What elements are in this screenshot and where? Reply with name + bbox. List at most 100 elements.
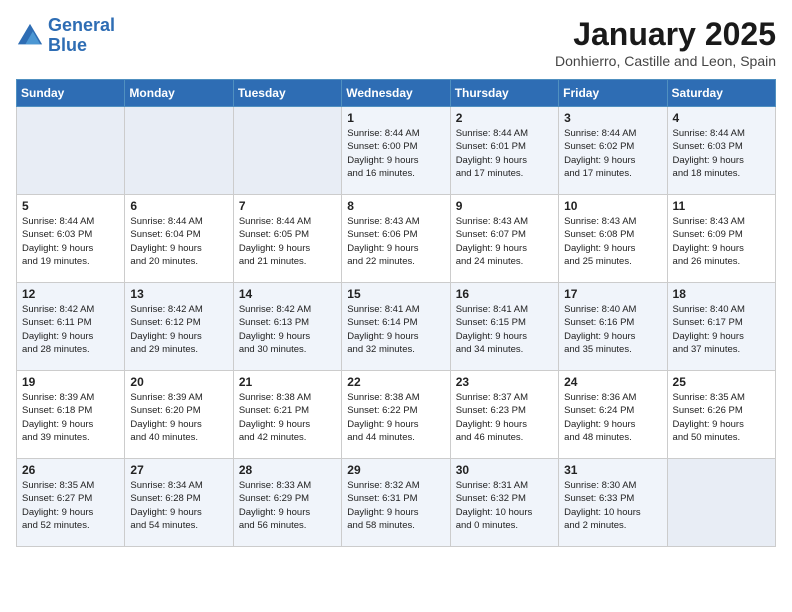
day-number: 1: [347, 111, 444, 125]
calendar-cell: 13 Sunrise: 8:42 AM Sunset: 6:12 PM Dayli…: [125, 283, 233, 371]
calendar-cell: 27 Sunrise: 8:34 AM Sunset: 6:28 PM Dayli…: [125, 459, 233, 547]
cell-info: Sunrise: 8:44 AM Sunset: 6:01 PM Dayligh…: [456, 127, 553, 180]
calendar-cell: 25 Sunrise: 8:35 AM Sunset: 6:26 PM Dayli…: [667, 371, 775, 459]
subtitle: Donhierro, Castille and Leon, Spain: [555, 53, 776, 69]
cell-info: Sunrise: 8:32 AM Sunset: 6:31 PM Dayligh…: [347, 479, 444, 532]
day-number: 21: [239, 375, 336, 389]
logo-text: General Blue: [48, 16, 115, 56]
logo-icon: [16, 22, 44, 50]
day-number: 9: [456, 199, 553, 213]
day-number: 25: [673, 375, 770, 389]
cell-info: Sunrise: 8:44 AM Sunset: 6:03 PM Dayligh…: [22, 215, 119, 268]
cell-info: Sunrise: 8:34 AM Sunset: 6:28 PM Dayligh…: [130, 479, 227, 532]
calendar-cell: 12 Sunrise: 8:42 AM Sunset: 6:11 PM Dayli…: [17, 283, 125, 371]
calendar-cell: 28 Sunrise: 8:33 AM Sunset: 6:29 PM Dayli…: [233, 459, 341, 547]
header: General Blue January 2025 Donhierro, Cas…: [16, 16, 776, 69]
header-day-monday: Monday: [125, 80, 233, 107]
cell-info: Sunrise: 8:36 AM Sunset: 6:24 PM Dayligh…: [564, 391, 661, 444]
cell-info: Sunrise: 8:42 AM Sunset: 6:12 PM Dayligh…: [130, 303, 227, 356]
calendar-cell: 20 Sunrise: 8:39 AM Sunset: 6:20 PM Dayli…: [125, 371, 233, 459]
cell-info: Sunrise: 8:33 AM Sunset: 6:29 PM Dayligh…: [239, 479, 336, 532]
header-day-sunday: Sunday: [17, 80, 125, 107]
calendar-cell: 24 Sunrise: 8:36 AM Sunset: 6:24 PM Dayli…: [559, 371, 667, 459]
cell-info: Sunrise: 8:43 AM Sunset: 6:06 PM Dayligh…: [347, 215, 444, 268]
day-number: 18: [673, 287, 770, 301]
logo-line2: Blue: [48, 35, 87, 55]
day-number: 26: [22, 463, 119, 477]
day-number: 10: [564, 199, 661, 213]
calendar-cell: [17, 107, 125, 195]
cell-info: Sunrise: 8:42 AM Sunset: 6:11 PM Dayligh…: [22, 303, 119, 356]
cell-info: Sunrise: 8:44 AM Sunset: 6:00 PM Dayligh…: [347, 127, 444, 180]
day-number: 27: [130, 463, 227, 477]
calendar-week-row: 19 Sunrise: 8:39 AM Sunset: 6:18 PM Dayli…: [17, 371, 776, 459]
calendar-cell: 30Sunrise: 8:31 AM Sunset: 6:32 PM Dayli…: [450, 459, 558, 547]
calendar-cell: [125, 107, 233, 195]
cell-info: Sunrise: 8:44 AM Sunset: 6:05 PM Dayligh…: [239, 215, 336, 268]
calendar-cell: [667, 459, 775, 547]
day-number: 29: [347, 463, 444, 477]
day-number: 3: [564, 111, 661, 125]
logo-line1: General: [48, 15, 115, 35]
calendar-header-row: SundayMondayTuesdayWednesdayThursdayFrid…: [17, 80, 776, 107]
day-number: 31: [564, 463, 661, 477]
calendar-week-row: 12 Sunrise: 8:42 AM Sunset: 6:11 PM Dayli…: [17, 283, 776, 371]
calendar-cell: 14 Sunrise: 8:42 AM Sunset: 6:13 PM Dayli…: [233, 283, 341, 371]
day-number: 14: [239, 287, 336, 301]
cell-info: Sunrise: 8:41 AM Sunset: 6:15 PM Dayligh…: [456, 303, 553, 356]
calendar-cell: 10 Sunrise: 8:43 AM Sunset: 6:08 PM Dayli…: [559, 195, 667, 283]
day-number: 23: [456, 375, 553, 389]
calendar-cell: 2 Sunrise: 8:44 AM Sunset: 6:01 PM Daylig…: [450, 107, 558, 195]
day-number: 8: [347, 199, 444, 213]
cell-info: Sunrise: 8:44 AM Sunset: 6:02 PM Dayligh…: [564, 127, 661, 180]
calendar-cell: 19 Sunrise: 8:39 AM Sunset: 6:18 PM Dayli…: [17, 371, 125, 459]
cell-info: Sunrise: 8:40 AM Sunset: 6:16 PM Dayligh…: [564, 303, 661, 356]
day-number: 4: [673, 111, 770, 125]
cell-info: Sunrise: 8:39 AM Sunset: 6:20 PM Dayligh…: [130, 391, 227, 444]
calendar-cell: [233, 107, 341, 195]
calendar-week-row: 26 Sunrise: 8:35 AM Sunset: 6:27 PM Dayli…: [17, 459, 776, 547]
day-number: 12: [22, 287, 119, 301]
calendar-cell: 15 Sunrise: 8:41 AM Sunset: 6:14 PM Dayli…: [342, 283, 450, 371]
day-number: 15: [347, 287, 444, 301]
header-day-saturday: Saturday: [667, 80, 775, 107]
logo: General Blue: [16, 16, 115, 56]
day-number: 19: [22, 375, 119, 389]
cell-info: Sunrise: 8:39 AM Sunset: 6:18 PM Dayligh…: [22, 391, 119, 444]
calendar-cell: 26 Sunrise: 8:35 AM Sunset: 6:27 PM Dayli…: [17, 459, 125, 547]
cell-info: Sunrise: 8:43 AM Sunset: 6:07 PM Dayligh…: [456, 215, 553, 268]
calendar-cell: 16Sunrise: 8:41 AM Sunset: 6:15 PM Dayli…: [450, 283, 558, 371]
cell-info: Sunrise: 8:43 AM Sunset: 6:08 PM Dayligh…: [564, 215, 661, 268]
cell-info: Sunrise: 8:41 AM Sunset: 6:14 PM Dayligh…: [347, 303, 444, 356]
cell-info: Sunrise: 8:44 AM Sunset: 6:04 PM Dayligh…: [130, 215, 227, 268]
day-number: 24: [564, 375, 661, 389]
calendar-table: SundayMondayTuesdayWednesdayThursdayFrid…: [16, 79, 776, 547]
cell-info: Sunrise: 8:40 AM Sunset: 6:17 PM Dayligh…: [673, 303, 770, 356]
day-number: 22: [347, 375, 444, 389]
calendar-cell: 11 Sunrise: 8:43 AM Sunset: 6:09 PM Dayli…: [667, 195, 775, 283]
day-number: 2: [456, 111, 553, 125]
calendar-cell: 22Sunrise: 8:38 AM Sunset: 6:22 PM Dayli…: [342, 371, 450, 459]
day-number: 11: [673, 199, 770, 213]
calendar-cell: 1 Sunrise: 8:44 AM Sunset: 6:00 PM Daylig…: [342, 107, 450, 195]
day-number: 6: [130, 199, 227, 213]
day-number: 20: [130, 375, 227, 389]
calendar-week-row: 5Sunrise: 8:44 AM Sunset: 6:03 PM Daylig…: [17, 195, 776, 283]
header-day-thursday: Thursday: [450, 80, 558, 107]
month-title: January 2025: [555, 16, 776, 53]
header-day-friday: Friday: [559, 80, 667, 107]
calendar-cell: 5Sunrise: 8:44 AM Sunset: 6:03 PM Daylig…: [17, 195, 125, 283]
cell-info: Sunrise: 8:35 AM Sunset: 6:26 PM Dayligh…: [673, 391, 770, 444]
cell-info: Sunrise: 8:35 AM Sunset: 6:27 PM Dayligh…: [22, 479, 119, 532]
calendar-week-row: 1 Sunrise: 8:44 AM Sunset: 6:00 PM Daylig…: [17, 107, 776, 195]
cell-info: Sunrise: 8:43 AM Sunset: 6:09 PM Dayligh…: [673, 215, 770, 268]
day-number: 28: [239, 463, 336, 477]
cell-info: Sunrise: 8:42 AM Sunset: 6:13 PM Dayligh…: [239, 303, 336, 356]
day-number: 13: [130, 287, 227, 301]
calendar-cell: 29 Sunrise: 8:32 AM Sunset: 6:31 PM Dayli…: [342, 459, 450, 547]
calendar-cell: 9 Sunrise: 8:43 AM Sunset: 6:07 PM Daylig…: [450, 195, 558, 283]
cell-info: Sunrise: 8:37 AM Sunset: 6:23 PM Dayligh…: [456, 391, 553, 444]
cell-info: Sunrise: 8:31 AM Sunset: 6:32 PM Dayligh…: [456, 479, 553, 532]
calendar-cell: 7 Sunrise: 8:44 AM Sunset: 6:05 PM Daylig…: [233, 195, 341, 283]
day-number: 7: [239, 199, 336, 213]
